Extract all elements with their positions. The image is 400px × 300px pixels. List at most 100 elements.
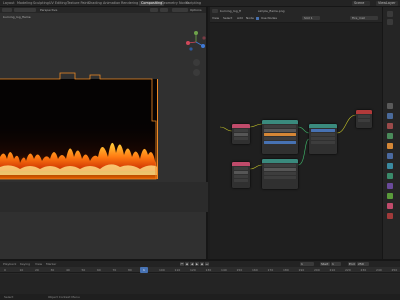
frame-tick-label: 130: [205, 268, 212, 272]
properties-tab-bar: [382, 7, 400, 259]
frame-tick-label: 60: [97, 268, 101, 272]
node-field[interactable]: [311, 141, 335, 144]
image-texture-node-2[interactable]: [232, 162, 250, 188]
shading-buttons[interactable]: [172, 8, 188, 12]
options-menu[interactable]: Options: [190, 8, 202, 12]
editor-type-button[interactable]: [2, 8, 12, 12]
particles-icon[interactable]: [387, 163, 393, 169]
node-header: [232, 162, 250, 166]
node-field[interactable]: [311, 137, 335, 140]
node-field[interactable]: [264, 168, 296, 171]
current-frame-field[interactable]: 1: [300, 262, 314, 266]
node-field[interactable]: [234, 133, 248, 136]
play-icon[interactable]: ▶: [195, 262, 199, 266]
jump-start-icon[interactable]: ⏮: [180, 262, 184, 266]
render-icon[interactable]: [387, 19, 393, 25]
physics-icon[interactable]: [387, 173, 393, 179]
3d-viewport[interactable]: Perspective Options burning_log_flame: [0, 7, 208, 259]
zoom-icon[interactable]: [193, 59, 200, 66]
tab-uv-editing[interactable]: UV Editing: [49, 1, 67, 6]
material-output-node[interactable]: [356, 110, 372, 128]
node-field[interactable]: [311, 133, 335, 136]
node-field[interactable]: [234, 129, 248, 132]
tab-sculpting[interactable]: Sculpting: [33, 1, 49, 6]
emission-shader-node[interactable]: [262, 120, 298, 154]
constraints-icon[interactable]: [387, 183, 393, 189]
tab-modeling[interactable]: Modeling: [17, 1, 32, 6]
node-field[interactable]: [264, 172, 296, 175]
node-header: [356, 110, 372, 114]
view-layer-icon[interactable]: [387, 113, 393, 119]
frame-tick-label: 190: [298, 268, 305, 272]
frame-ruler[interactable]: 0102030405060708090100110120130140150160…: [0, 267, 400, 273]
frame-tick-label: 110: [174, 268, 181, 272]
mix-shader-node[interactable]: [309, 124, 337, 154]
end-label: End: [348, 262, 356, 266]
start-frame-field[interactable]: 1: [331, 262, 341, 266]
overlay-toggle[interactable]: [160, 8, 168, 12]
transparent-shader-node[interactable]: [262, 159, 298, 189]
gizmo-toggle[interactable]: [150, 8, 158, 12]
node-field[interactable]: [234, 179, 248, 182]
tab-animation[interactable]: Animation: [103, 1, 120, 6]
tab-texture-paint[interactable]: Texture Paint: [67, 1, 89, 6]
frame-tick-label: 0: [4, 268, 6, 272]
playback-controls: ⏮ ◆ ◀ ▶ ◆ ⏭: [180, 262, 220, 266]
play-reverse-icon[interactable]: ◀: [190, 262, 194, 266]
status-bar: Select Object Context Menu: [0, 294, 400, 300]
node-field[interactable]: [234, 167, 248, 170]
node-field[interactable]: [264, 129, 296, 132]
workspace-bar: Layout Modeling Sculpting UV Editing Tex…: [0, 0, 400, 7]
node-strength-field[interactable]: [264, 141, 296, 144]
node-field[interactable]: [264, 125, 296, 128]
node-field[interactable]: [358, 119, 370, 122]
node-header: [262, 159, 298, 163]
node-color-field[interactable]: [264, 133, 296, 136]
start-label: Start: [320, 262, 330, 266]
material-icon[interactable]: [387, 203, 393, 209]
tab-shading[interactable]: Shading: [88, 1, 102, 6]
modifier-icon[interactable]: [387, 153, 393, 159]
mode-selector[interactable]: [14, 8, 36, 12]
frame-tick-label: 50: [81, 268, 86, 272]
node-header: [309, 124, 337, 128]
data-icon[interactable]: [387, 193, 393, 199]
timeline-body[interactable]: [0, 274, 400, 296]
scene-selector[interactable]: Scene: [352, 1, 370, 6]
frame-tick-label: 160: [252, 268, 258, 272]
texture-icon[interactable]: [387, 213, 393, 219]
image-texture-node[interactable]: [232, 124, 250, 144]
world-icon[interactable]: [387, 133, 393, 139]
end-frame-field[interactable]: 250: [357, 262, 369, 266]
tool-icon[interactable]: [387, 11, 393, 17]
navigation-gizmo[interactable]: [183, 29, 209, 55]
node-factor-field[interactable]: [311, 129, 335, 132]
viewport-header: Perspective Options: [0, 7, 206, 13]
output-icon[interactable]: [387, 103, 393, 109]
node-field[interactable]: [234, 171, 248, 174]
view-layer-selector[interactable]: ViewLayer: [376, 1, 398, 6]
object-icon[interactable]: [387, 143, 393, 149]
tab-scripting[interactable]: Scripting: [186, 1, 201, 6]
pan-icon[interactable]: [193, 69, 200, 76]
shader-node-editor[interactable]: burning_log_fl simple_flame.png View Sel…: [210, 7, 382, 259]
playhead[interactable]: 1: [140, 267, 148, 273]
tab-layout[interactable]: Layout: [3, 1, 15, 6]
tab-rendering[interactable]: Rendering: [121, 1, 138, 6]
node-field[interactable]: [234, 137, 248, 140]
node-field[interactable]: [234, 175, 248, 178]
frame-tick-label: 170: [267, 268, 274, 272]
prev-key-icon[interactable]: ◆: [185, 262, 189, 266]
next-key-icon[interactable]: ◆: [200, 262, 204, 266]
ground-floor: [0, 182, 208, 212]
node-field[interactable]: [264, 176, 296, 179]
node-header: [262, 120, 298, 124]
node-field[interactable]: [358, 115, 370, 118]
frame-tick-label: 180: [283, 268, 289, 272]
jump-end-icon[interactable]: ⏭: [205, 262, 209, 266]
node-field[interactable]: [264, 137, 296, 140]
viewport-menu-view[interactable]: Perspective: [40, 8, 57, 12]
scene-icon[interactable]: [387, 123, 393, 129]
frame-tick-label: 250: [391, 268, 398, 272]
node-field[interactable]: [264, 164, 296, 167]
